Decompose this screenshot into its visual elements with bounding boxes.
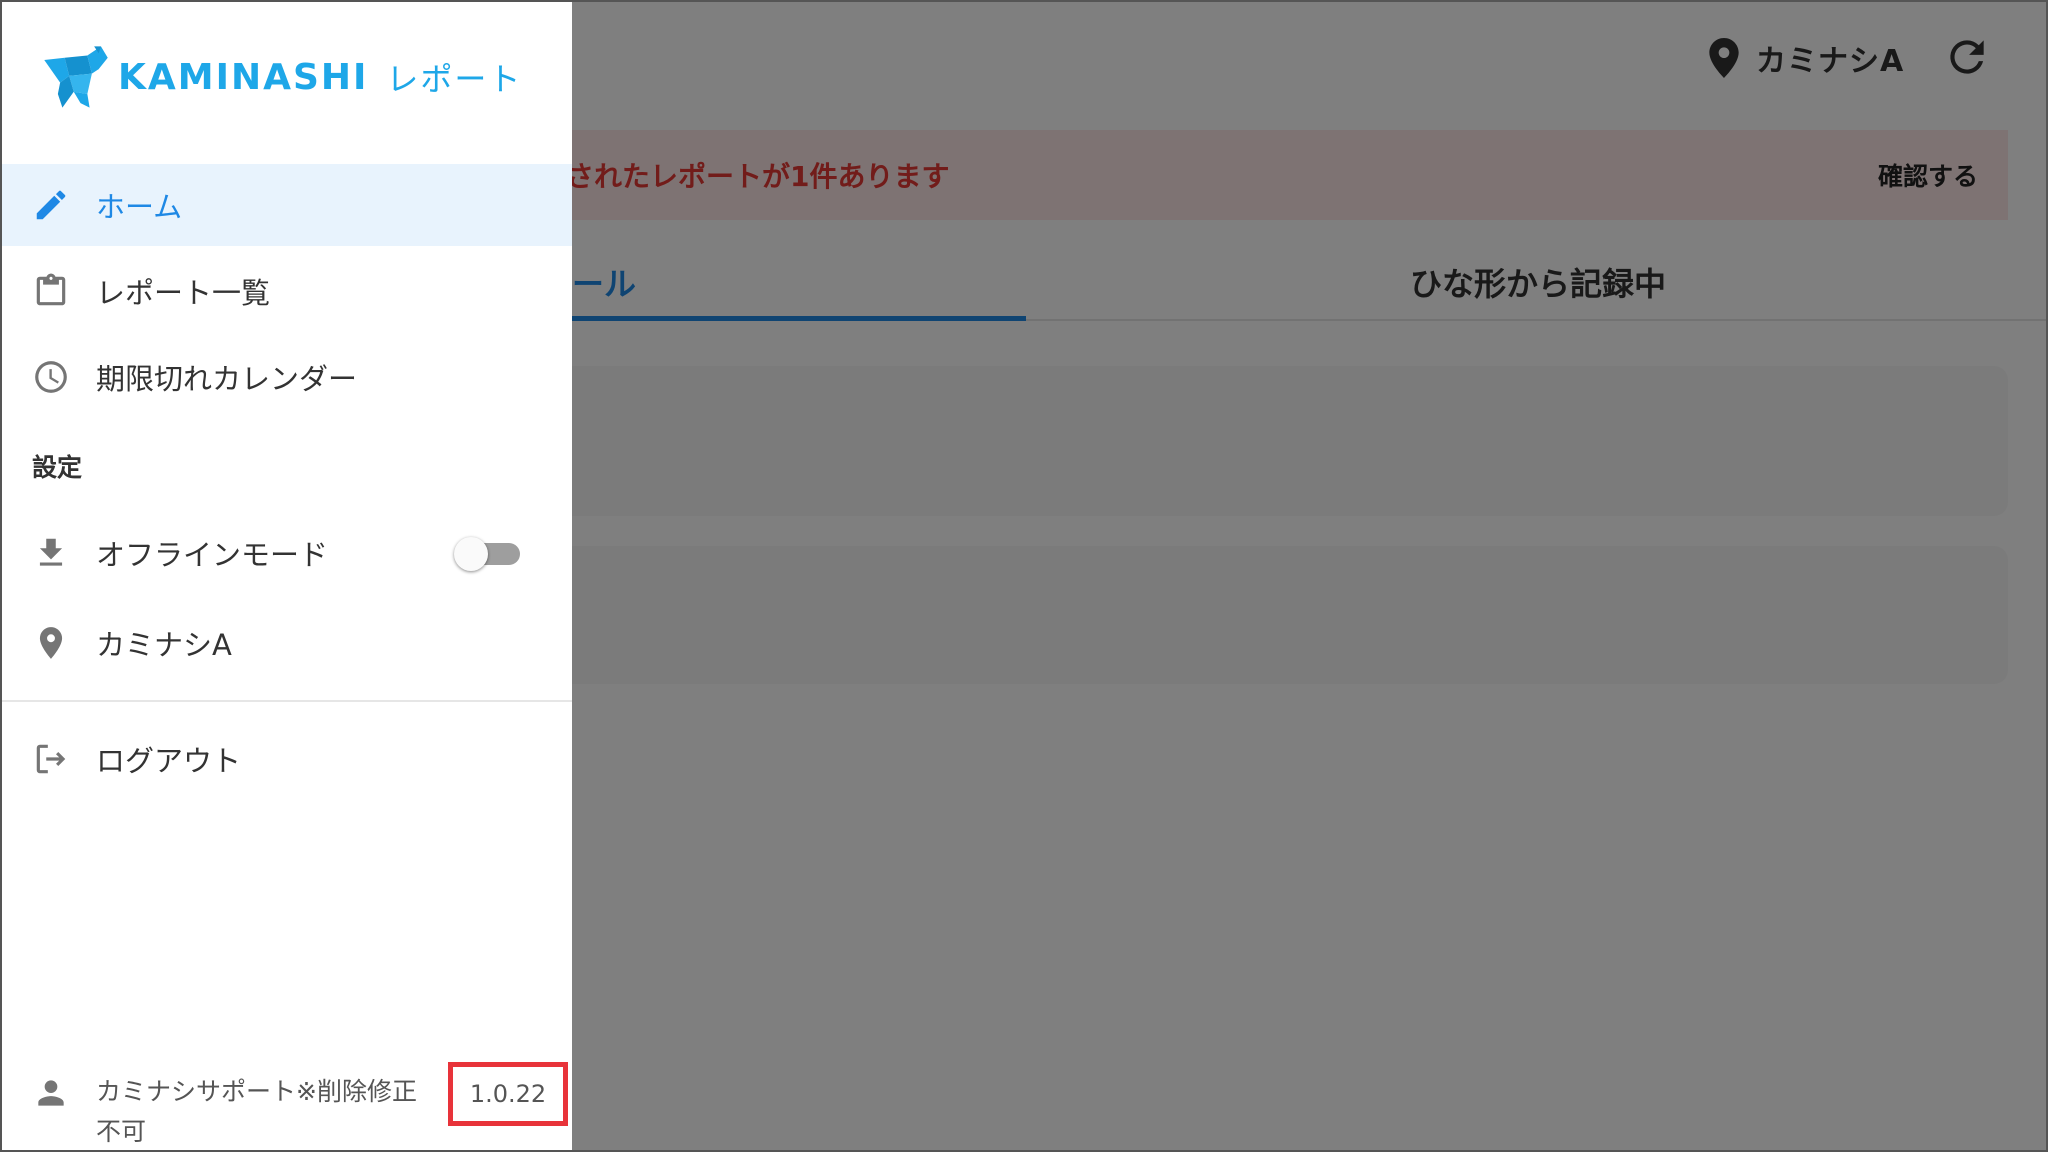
app-frame: カミナシA されたレポートが1件あります 確認する ール ひな形から記録中 bbox=[0, 0, 2048, 1152]
version-highlight: 1.0.22 bbox=[448, 1062, 568, 1126]
logout-icon bbox=[36, 744, 66, 774]
settings-section-title: 設定 bbox=[32, 453, 83, 482]
map-pin-icon bbox=[39, 627, 63, 659]
nav-item-label: オフラインモード bbox=[96, 538, 329, 572]
logo-brand: KAMINASHI bbox=[118, 56, 369, 98]
nav-item-expired-calendar[interactable]: 期限切れカレンダー bbox=[2, 336, 572, 418]
pencil-icon bbox=[36, 190, 66, 220]
goat-logo-icon bbox=[44, 46, 108, 108]
app-version: 1.0.22 bbox=[469, 1080, 547, 1108]
clipboard-icon bbox=[36, 273, 66, 306]
nav-item-label: 期限切れカレンダー bbox=[96, 362, 358, 396]
nav-item-location[interactable]: カミナシA bbox=[2, 602, 572, 684]
offline-mode-toggle[interactable] bbox=[454, 537, 522, 571]
clock-icon bbox=[35, 361, 67, 393]
nav-item-label: ホーム bbox=[96, 190, 183, 224]
navigation-drawer: KAMINASHI レポート ホーム レポート一覧 期限切れカレンダー 設定 オ… bbox=[2, 2, 572, 1150]
download-icon bbox=[39, 538, 63, 566]
nav-item-label: ログアウト bbox=[96, 744, 242, 778]
user-info: カミナシサポート※削除修正不可 1.0.22 bbox=[2, 1062, 572, 1150]
drawer-divider bbox=[2, 700, 572, 702]
nav-item-label: カミナシA bbox=[96, 628, 232, 662]
user-name: カミナシサポート※削除修正不可 bbox=[96, 1077, 417, 1146]
nav-item-label: レポート一覧 bbox=[96, 276, 271, 310]
nav-item-home[interactable]: ホーム bbox=[2, 164, 572, 246]
logo-product: レポート bbox=[386, 60, 523, 98]
app-logo: KAMINASHI レポート bbox=[42, 42, 522, 112]
nav-item-logout[interactable]: ログアウト bbox=[2, 718, 572, 800]
toggle-knob bbox=[454, 537, 488, 571]
nav-item-report-list[interactable]: レポート一覧 bbox=[2, 250, 572, 332]
person-icon bbox=[38, 1080, 64, 1106]
